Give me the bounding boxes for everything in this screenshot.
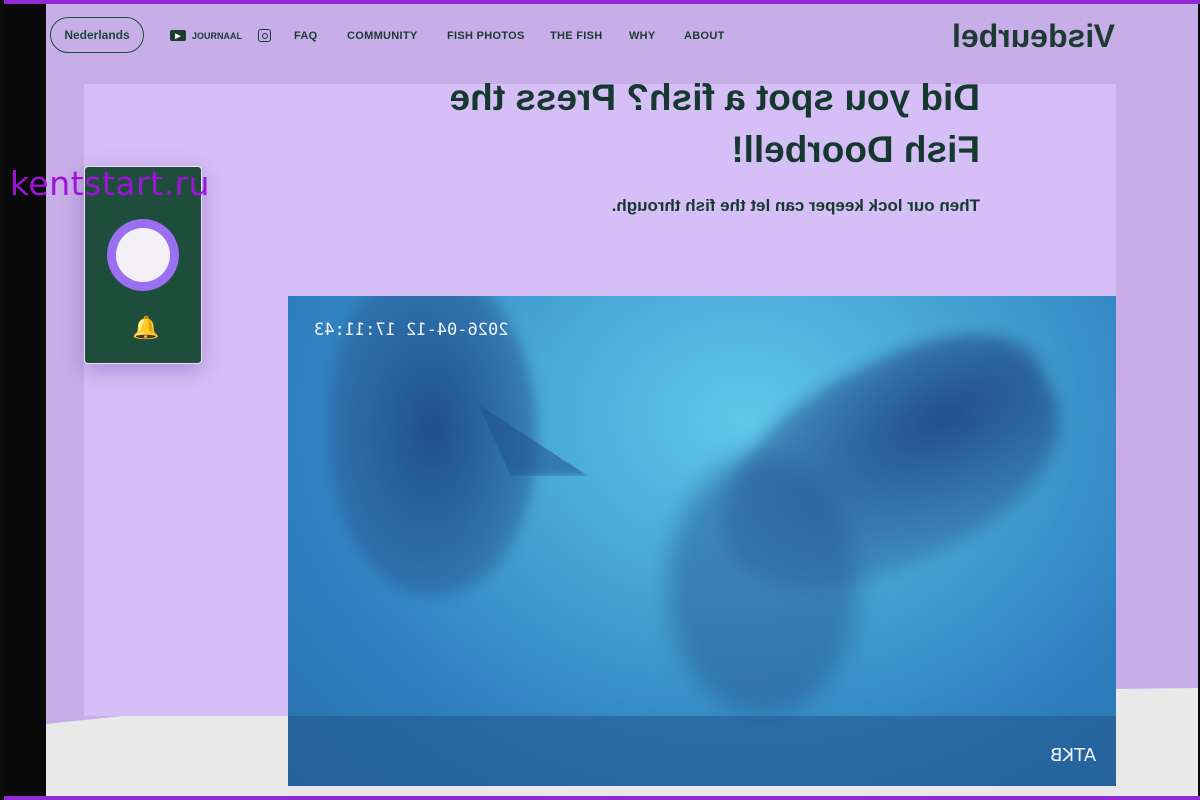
- nav-journaal[interactable]: ▶ JOURNAAL: [170, 30, 242, 41]
- video-timestamp: 2026-04-12 17:11:43: [314, 320, 509, 340]
- language-button-label: Nederlands: [64, 28, 130, 42]
- bell-icon: 🔔: [132, 315, 160, 340]
- hero-subline: Then our lock keeper can let the fish th…: [611, 196, 980, 215]
- watermark-text: kentstart.ru: [10, 164, 210, 203]
- nav-why[interactable]: WHY: [629, 30, 656, 42]
- nav-faq[interactable]: FAQ: [294, 30, 318, 42]
- hero-headline-line2: Fish Doorbell!: [731, 129, 980, 170]
- hero-headline-line1: Did you spot a fish? Press the: [449, 77, 980, 118]
- fish-doorbell-button-face[interactable]: [116, 228, 170, 282]
- nav-fish-photos[interactable]: FISH PHOTOS: [447, 30, 525, 42]
- nav-journaal-label: JOURNAAL: [192, 30, 243, 41]
- fish-body-shadow: [668, 456, 858, 716]
- video-info-bar: [288, 716, 1116, 786]
- nav-about[interactable]: ABOUT: [684, 30, 725, 42]
- window-frame-bottom: [0, 796, 1200, 800]
- language-button[interactable]: Nederlands: [50, 17, 144, 53]
- instagram-icon[interactable]: [258, 29, 271, 42]
- nav-community[interactable]: COMMUNITY: [347, 30, 418, 42]
- hero-headline: Did you spot a fish? Press the Fish Door…: [410, 72, 980, 176]
- nav-the-fish[interactable]: THE FISH: [550, 30, 603, 42]
- site-header: Nederlands ▶ JOURNAAL FAQ COMMUNITY FISH…: [46, 4, 1198, 68]
- window-frame-left: [0, 0, 4, 800]
- live-camera-feed[interactable]: 2026-04-12 17:11:43 ATKB: [288, 296, 1116, 786]
- brand-logo[interactable]: Visdeurbel: [952, 18, 1115, 55]
- play-icon: ▶: [170, 30, 186, 41]
- camera-label: ATKB: [1049, 745, 1096, 766]
- fish-doorbell-button[interactable]: [107, 219, 179, 291]
